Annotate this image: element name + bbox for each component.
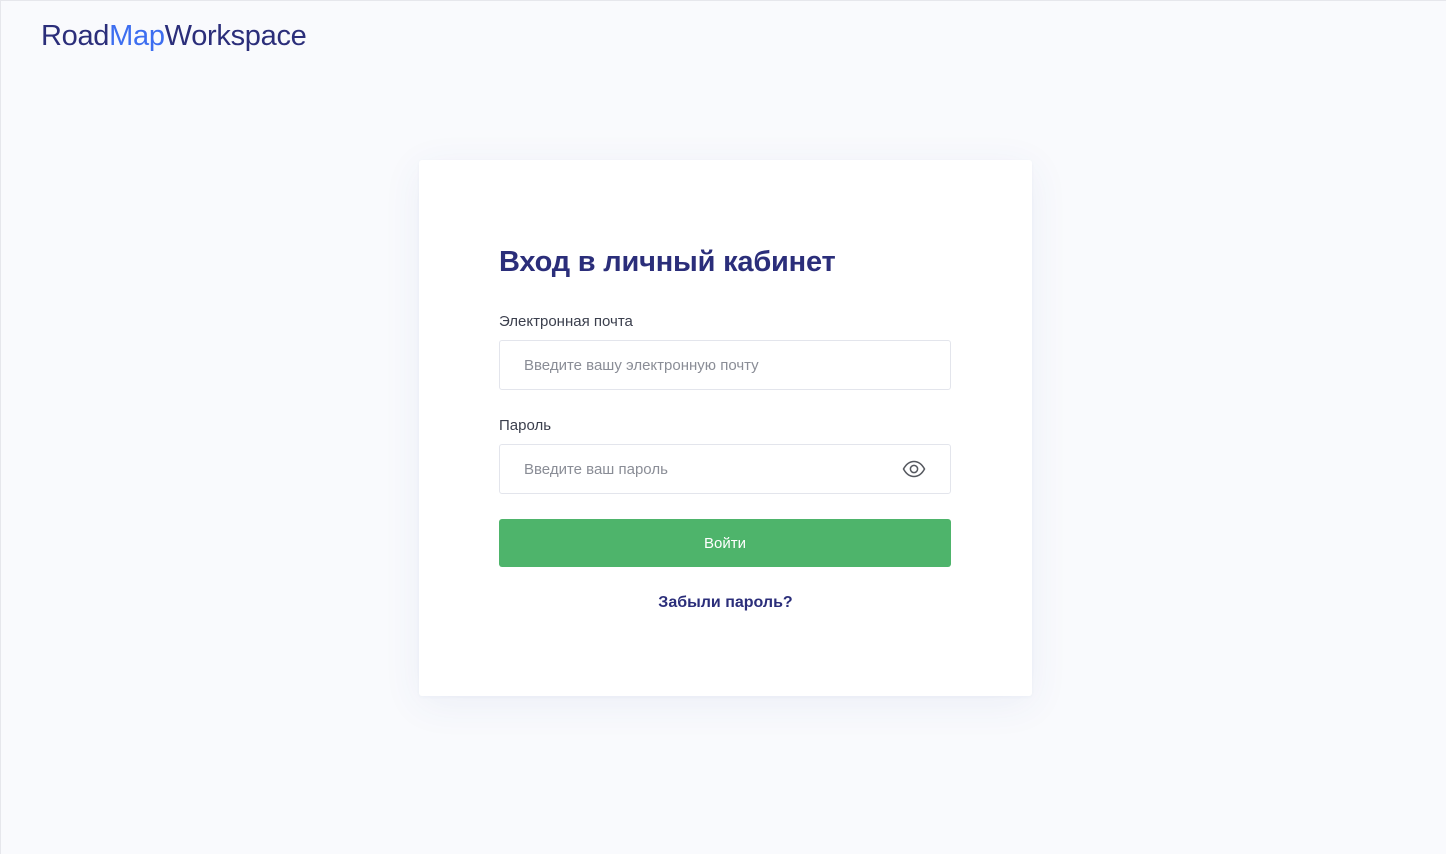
password-field[interactable]	[500, 445, 950, 493]
password-label: Пароль	[499, 417, 552, 434]
page-title: Вход в личный кабинет	[499, 246, 836, 278]
login-card: Вход в личный кабинет Электронная почта …	[419, 160, 1032, 696]
login-button[interactable]: Войти	[499, 519, 951, 567]
email-field-wrapper	[499, 340, 951, 390]
logo-part-map: Map	[109, 20, 165, 52]
forgot-password-link[interactable]: Забыли пароль?	[419, 594, 1032, 612]
eye-icon[interactable]	[902, 460, 926, 478]
email-label: Электронная почта	[499, 313, 633, 330]
login-page: RoadMapWorkspace Вход в личный кабинет Э…	[0, 0, 1446, 854]
logo-part-road: Road	[41, 20, 110, 52]
password-field-wrapper	[499, 444, 951, 494]
logo-part-workspace: Workspace	[164, 20, 307, 52]
email-field[interactable]	[500, 341, 950, 389]
brand-logo[interactable]: RoadMapWorkspace	[41, 20, 307, 53]
